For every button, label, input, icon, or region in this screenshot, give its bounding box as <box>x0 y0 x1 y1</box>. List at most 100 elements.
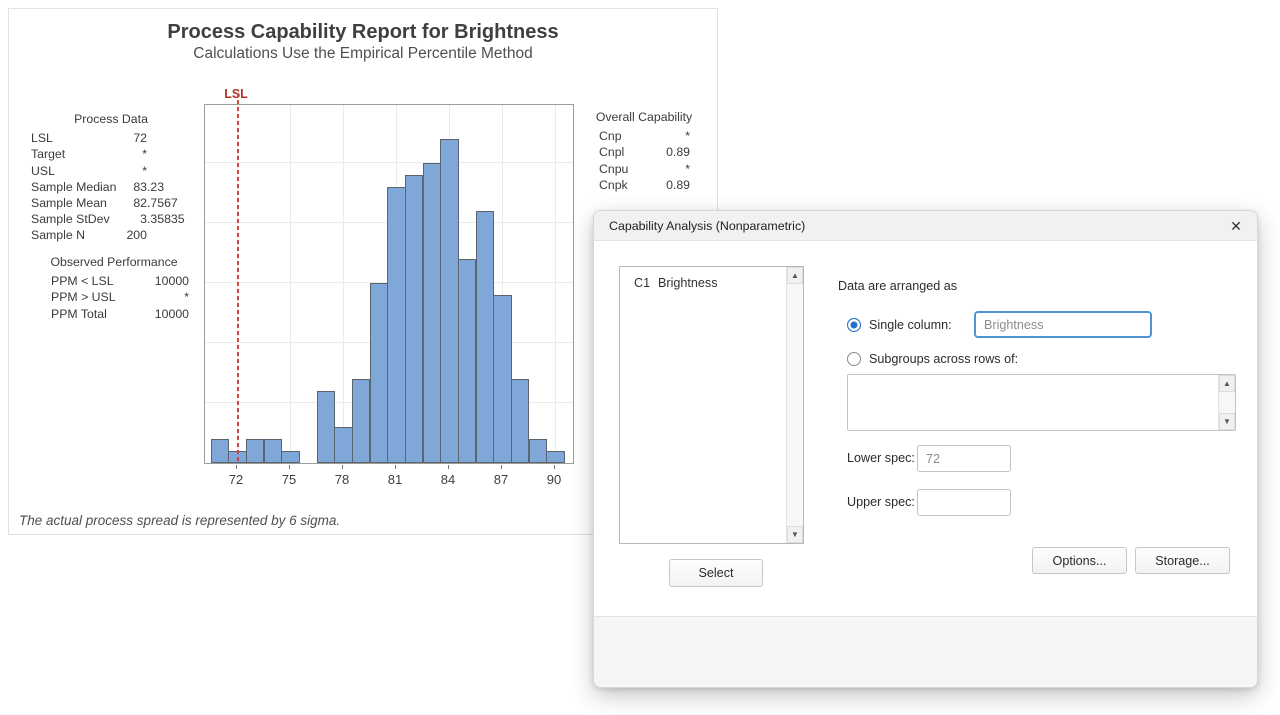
stat-label: PPM Total <box>51 306 147 322</box>
stat-label: Sample Mean <box>31 195 123 211</box>
lower-spec-input[interactable] <box>917 445 1011 472</box>
scroll-down-icon[interactable]: ▼ <box>787 526 803 543</box>
report-title: Process Capability Report for Brightness <box>9 21 717 44</box>
stat-value: 82.7567 <box>123 195 191 211</box>
options-button[interactable]: Options... <box>1032 547 1127 574</box>
process-data-table: Process Data LSL72Target*USL*Sample Medi… <box>31 111 191 244</box>
x-tick-label: 84 <box>441 472 455 487</box>
stat-row: PPM Total10000 <box>39 306 189 322</box>
subgroups-label: Subgroups across rows of: <box>869 352 1018 366</box>
stat-label: Cnp <box>599 128 641 144</box>
lsl-label: LSL <box>224 87 248 101</box>
stat-label: Sample StDev <box>31 211 123 227</box>
listbox-item[interactable]: C1Brightness <box>620 267 803 290</box>
listbox-scrollbar[interactable]: ▲ ▼ <box>786 267 803 543</box>
stat-value: 200 <box>123 227 191 243</box>
upper-spec-input[interactable] <box>917 489 1011 516</box>
scroll-up-icon[interactable]: ▲ <box>787 267 803 284</box>
x-tick-label: 87 <box>494 472 508 487</box>
stat-row: Sample StDev3.35835 <box>31 211 191 227</box>
stat-value: 0.89 <box>641 177 690 193</box>
overall-capability-header: Overall Capability <box>594 109 694 125</box>
stat-row: Sample Median83.23 <box>31 179 191 195</box>
stat-label: Target <box>31 146 123 162</box>
histogram-bar <box>405 175 424 463</box>
histogram-bar <box>370 283 389 463</box>
histogram-bar <box>440 139 459 463</box>
upper-spec-label: Upper spec: <box>847 495 915 509</box>
x-axis-ticks <box>204 465 574 471</box>
single-column-label: Single column: <box>869 318 952 332</box>
stat-row: PPM > USL* <box>39 289 189 305</box>
x-tick-label: 78 <box>335 472 349 487</box>
dialog-titlebar[interactable]: Capability Analysis (Nonparametric) ✕ <box>594 211 1257 241</box>
stat-value: 10000 <box>147 306 189 322</box>
stat-label: LSL <box>31 130 123 146</box>
select-button[interactable]: Select <box>669 559 763 587</box>
histogram-bar <box>387 187 406 463</box>
column-name: Brightness <box>658 276 718 290</box>
stat-value: * <box>641 128 690 144</box>
x-tick <box>554 465 555 469</box>
x-tick-label: 75 <box>282 472 296 487</box>
x-tick <box>236 465 237 469</box>
single-column-input[interactable] <box>974 311 1152 338</box>
x-tick <box>448 465 449 469</box>
histogram-bar <box>423 163 442 463</box>
stat-row: PPM < LSL10000 <box>39 273 189 289</box>
stat-value: * <box>123 146 191 162</box>
column-id: C1 <box>634 276 658 290</box>
storage-button[interactable]: Storage... <box>1135 547 1230 574</box>
close-icon[interactable]: ✕ <box>1225 216 1247 236</box>
subgroups-textarea[interactable]: ▲ ▼ <box>847 374 1236 431</box>
dialog-title: Capability Analysis (Nonparametric) <box>609 219 805 233</box>
report-subtitle: Calculations Use the Empirical Percentil… <box>9 45 717 63</box>
observed-performance-table: Observed Performance PPM < LSL10000PPM >… <box>39 254 189 322</box>
x-tick <box>395 465 396 469</box>
histogram-bar <box>476 211 495 463</box>
subgroups-textarea-input[interactable] <box>848 375 1218 430</box>
stat-label: Cnpl <box>599 144 641 160</box>
scroll-up-icon[interactable]: ▲ <box>1219 375 1235 392</box>
stat-value: * <box>641 161 690 177</box>
stat-row: LSL72 <box>31 130 191 146</box>
stat-row: Sample Mean82.7567 <box>31 195 191 211</box>
x-tick <box>289 465 290 469</box>
stat-label: USL <box>31 163 123 179</box>
histogram-bar <box>317 391 336 463</box>
stat-label: PPM > USL <box>51 289 147 305</box>
histogram-bar <box>352 379 371 463</box>
x-tick <box>342 465 343 469</box>
report-footnote: The actual process spread is represented… <box>19 513 340 528</box>
stat-value: * <box>123 163 191 179</box>
stat-value: 0.89 <box>641 144 690 160</box>
histogram-bar <box>211 439 230 463</box>
subgroups-radio[interactable] <box>847 352 861 366</box>
histogram-bar <box>281 451 300 463</box>
stat-label: Sample N <box>31 227 123 243</box>
gridline <box>205 162 573 163</box>
scroll-down-icon[interactable]: ▼ <box>1219 413 1235 430</box>
stat-row: Cnpk0.89 <box>594 177 694 193</box>
observed-performance-header: Observed Performance <box>39 254 189 270</box>
stat-row: Target* <box>31 146 191 162</box>
x-tick-label: 72 <box>229 472 243 487</box>
histogram-bar <box>458 259 477 463</box>
stat-row: Sample N200 <box>31 227 191 243</box>
histogram-bar <box>246 439 265 463</box>
histogram-bar <box>511 379 530 463</box>
single-column-radio[interactable] <box>847 318 861 332</box>
stat-label: PPM < LSL <box>51 273 147 289</box>
stat-value: 72 <box>123 130 191 146</box>
x-tick <box>501 465 502 469</box>
stat-label: Cnpk <box>599 177 641 193</box>
column-listbox[interactable]: C1Brightness ▲ ▼ <box>619 266 804 544</box>
stat-row: USL* <box>31 163 191 179</box>
stat-row: Cnp* <box>594 128 694 144</box>
x-axis-labels: 72757881848790 <box>204 472 574 488</box>
histogram-bar <box>546 451 565 463</box>
dialog-footer: Help OK Cancel <box>594 616 1257 687</box>
lower-spec-label: Lower spec: <box>847 451 915 465</box>
textarea-scrollbar[interactable]: ▲ ▼ <box>1218 375 1235 430</box>
lsl-line <box>237 93 239 463</box>
